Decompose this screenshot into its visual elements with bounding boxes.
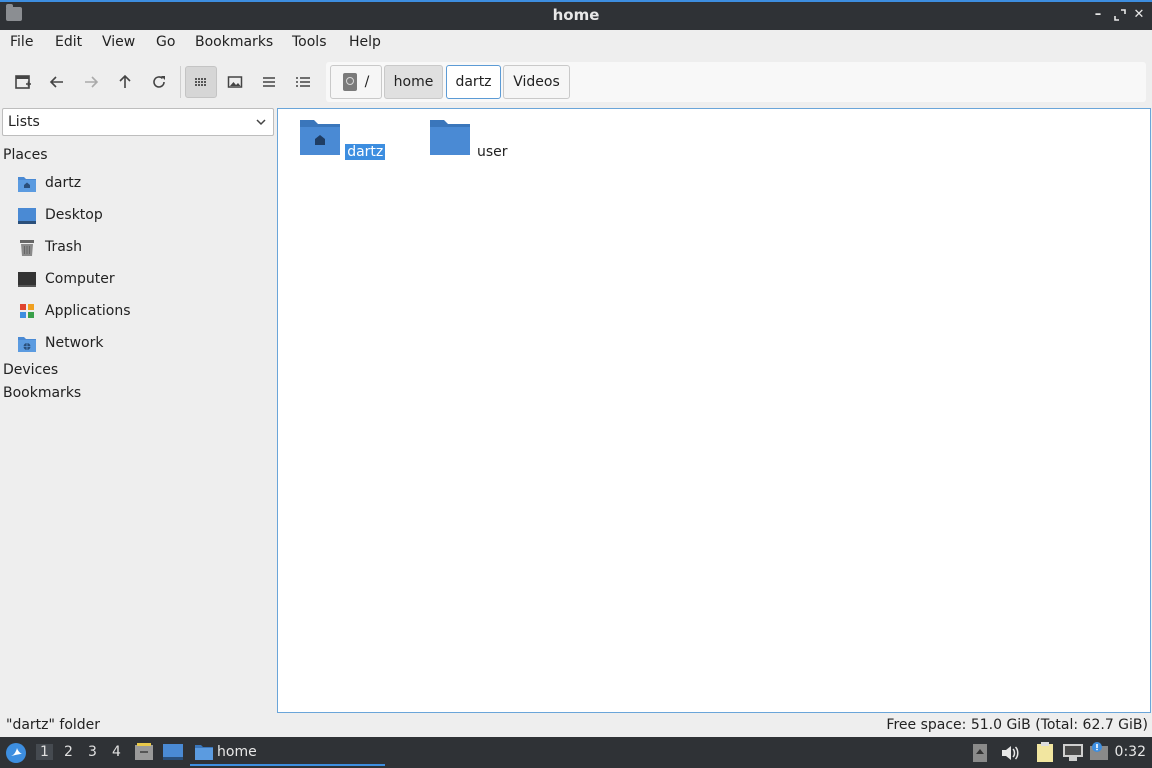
new-tab-button[interactable]: [7, 66, 39, 98]
breadcrumb-root[interactable]: /: [330, 65, 382, 99]
trash-icon: [20, 240, 34, 256]
sidebar-item-computer[interactable]: Computer: [0, 265, 274, 295]
window-title: home: [552, 6, 600, 24]
side-pane: Lists Places dartz Desktop Trash Compute…: [0, 104, 276, 712]
home-folder-icon: [299, 120, 340, 155]
volume-icon[interactable]: [1000, 743, 1020, 763]
list-compact-icon: [263, 77, 275, 87]
maximize-button[interactable]: [1112, 7, 1128, 23]
removable-media-icon[interactable]: [972, 743, 988, 763]
menu-file[interactable]: File: [10, 34, 33, 50]
places-heading[interactable]: Places: [3, 147, 48, 163]
status-bar: "dartz" folder Free space: 51.0 GiB (Tot…: [0, 715, 1152, 737]
toolbar-separator: [180, 66, 181, 98]
image-icon: [227, 76, 243, 88]
menu-bookmarks[interactable]: Bookmarks: [195, 34, 273, 50]
status-free-space: Free space: 51.0 GiB (Total: 62.7 GiB): [886, 717, 1148, 733]
sidebar-item-label: Network: [45, 335, 104, 351]
show-desktop-icon[interactable]: [162, 743, 184, 761]
devices-heading[interactable]: Devices: [3, 362, 58, 378]
sidebar-item-label: Desktop: [45, 207, 103, 223]
network-status-icon[interactable]: [1062, 742, 1084, 762]
file-manager-launcher-icon[interactable]: [134, 742, 154, 762]
menu-edit[interactable]: Edit: [55, 34, 82, 50]
file-item-user[interactable]: user: [424, 118, 514, 160]
file-name: dartz: [345, 144, 386, 160]
close-button[interactable]: ✕: [1131, 7, 1147, 23]
arrow-right-icon: [85, 76, 99, 88]
file-name: user: [476, 144, 508, 160]
applications-icon: [20, 304, 34, 318]
network-folder-icon: [18, 337, 36, 352]
sidebar-item-network[interactable]: Network: [0, 329, 274, 359]
sidebar-item-label: Trash: [45, 239, 82, 255]
menu-tools[interactable]: Tools: [292, 34, 327, 50]
reload-button[interactable]: [143, 66, 175, 98]
detailed-view-button[interactable]: [287, 66, 319, 98]
breadcrumb-videos[interactable]: Videos: [503, 65, 570, 99]
sidebar-item-trash[interactable]: Trash: [0, 233, 274, 263]
workspace-3[interactable]: 3: [88, 744, 97, 760]
icon-view-button[interactable]: [185, 66, 217, 98]
up-button[interactable]: [109, 66, 141, 98]
title-bar: home – ✕: [0, 0, 1152, 30]
arrow-up-icon: [119, 74, 131, 88]
chevron-down-icon: [256, 119, 266, 126]
home-folder-icon: [18, 177, 36, 192]
forward-button[interactable]: [75, 66, 107, 98]
side-pane-mode-value: Lists: [8, 114, 40, 130]
clock[interactable]: 0:32: [1115, 744, 1146, 760]
workspace-4[interactable]: 4: [112, 744, 121, 760]
file-item-dartz[interactable]: dartz: [297, 118, 387, 160]
drive-icon: [342, 73, 357, 91]
thumbnail-view-button[interactable]: [219, 66, 251, 98]
menu-help[interactable]: Help: [349, 34, 381, 50]
sidebar-item-desktop[interactable]: Desktop: [0, 201, 274, 231]
toolbar: / home dartz Videos: [0, 60, 1152, 104]
menu-go[interactable]: Go: [156, 34, 175, 50]
sidebar-item-label: Applications: [45, 303, 131, 319]
status-selection: "dartz" folder: [6, 717, 101, 733]
new-tab-icon: [15, 75, 31, 89]
minimize-button[interactable]: –: [1090, 7, 1106, 23]
menu-view[interactable]: View: [102, 34, 135, 50]
folder-icon: [429, 120, 470, 155]
task-button-home[interactable]: home: [190, 739, 385, 766]
sidebar-item-applications[interactable]: Applications: [0, 297, 274, 327]
breadcrumb-home[interactable]: home: [384, 65, 443, 99]
file-view[interactable]: dartz user: [277, 108, 1151, 713]
sidebar-item-dartz[interactable]: dartz: [0, 169, 274, 199]
grid-view-icon: [195, 78, 206, 86]
clipboard-icon[interactable]: [1035, 741, 1055, 763]
breadcrumb-dartz[interactable]: dartz: [446, 65, 501, 99]
task-button-label: home: [217, 744, 257, 760]
folder-icon: [195, 745, 213, 760]
back-button[interactable]: [41, 66, 73, 98]
computer-icon: [18, 272, 36, 287]
sidebar-item-label: Computer: [45, 271, 115, 287]
lxqt-menu-icon[interactable]: [5, 742, 27, 764]
bookmarks-heading[interactable]: Bookmarks: [3, 385, 81, 401]
sidebar-item-label: dartz: [45, 175, 82, 191]
taskbar: 1 2 3 4 home 0:32: [0, 737, 1152, 768]
workspace-1[interactable]: 1: [36, 744, 53, 760]
desktop-icon: [18, 208, 36, 224]
list-detail-icon: [296, 77, 310, 87]
side-pane-mode-select[interactable]: Lists: [2, 108, 274, 136]
workspace-2[interactable]: 2: [64, 744, 73, 760]
notification-icon[interactable]: [1089, 741, 1111, 763]
menu-bar: File Edit View Go Bookmarks Tools Help: [0, 30, 1152, 56]
reload-icon: [153, 76, 165, 88]
compact-view-button[interactable]: [253, 66, 285, 98]
breadcrumb-root-label: /: [364, 74, 370, 90]
arrow-left-icon: [49, 76, 63, 88]
